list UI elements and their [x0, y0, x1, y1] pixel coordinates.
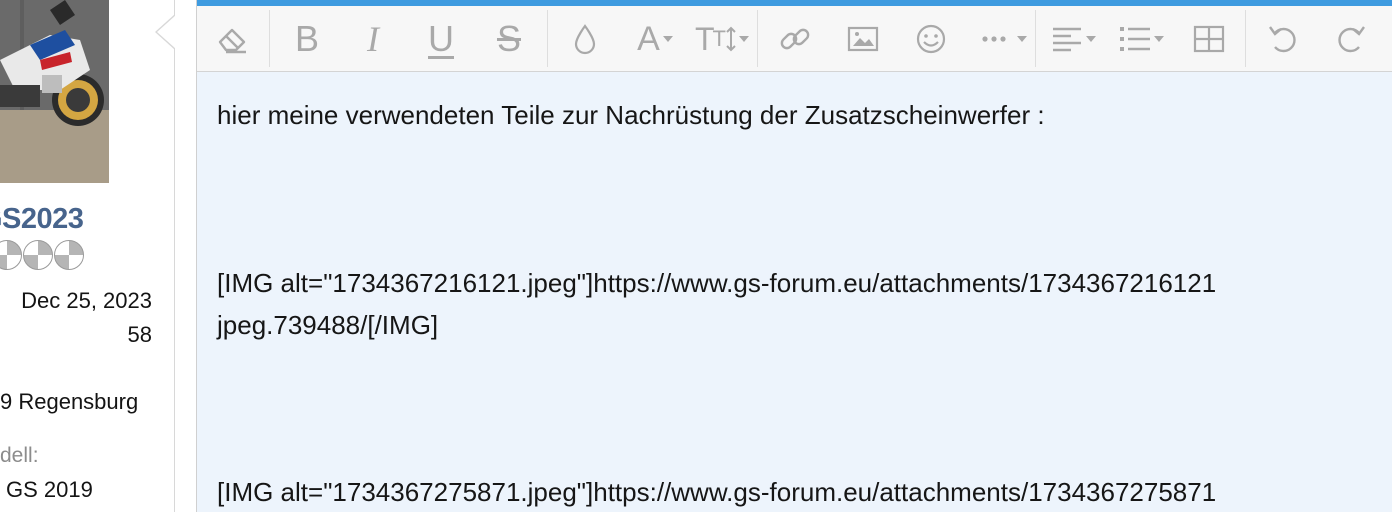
content-line: hier meine verwendeten Teile zur Nachrüs… [217, 100, 1045, 130]
undo-button[interactable] [1261, 6, 1305, 71]
user-info-panel: GS2023 Dec 25, 2023 58 9 Regensburg dell… [0, 0, 176, 512]
list-button[interactable] [1113, 6, 1169, 71]
redo-icon [1338, 25, 1365, 52]
bold-icon: B [294, 17, 319, 59]
username-link[interactable]: GS2023 [0, 203, 84, 236]
underline-button[interactable]: U [421, 6, 461, 71]
content-line: jpeg.739488/[/IMG] [217, 310, 439, 340]
font-icon: A [637, 19, 660, 58]
italic-icon: I [367, 18, 379, 59]
joined-date: Dec 25, 2023 [21, 288, 152, 313]
link-button[interactable] [773, 6, 817, 71]
align-button[interactable] [1045, 6, 1101, 71]
text-color-button[interactable] [565, 6, 605, 71]
image-icon [847, 26, 879, 51]
rich-text-editor: B I U S A T T hier meine verwendeten Tei… [196, 0, 1392, 512]
eraser-icon [218, 28, 246, 53]
list-icon [1119, 26, 1150, 51]
insert-image-button[interactable] [841, 6, 885, 71]
remove-format-button[interactable] [211, 6, 255, 71]
size-arrows-icon [726, 26, 736, 51]
smilie-button[interactable] [909, 6, 953, 71]
content-line: [IMG alt="1734367216121.jpeg"]https://ww… [217, 268, 1217, 298]
insert-table-button[interactable] [1187, 6, 1231, 71]
link-icon [780, 28, 810, 49]
smiley-icon [916, 24, 946, 53]
strike-icon: S [496, 17, 521, 59]
strikethrough-button[interactable]: S [489, 6, 529, 71]
editor-toolbar: B I U S A T T [197, 6, 1392, 72]
user-avatar[interactable] [0, 0, 109, 183]
font-size-button[interactable]: T T [693, 6, 751, 71]
table-icon [1193, 25, 1225, 52]
more-options-button[interactable] [973, 6, 1033, 71]
editor-content-area[interactable]: hier meine verwendeten Teile zur Nachrüs… [197, 72, 1392, 512]
rank-icon [0, 240, 85, 270]
chevron-down-icon [662, 35, 673, 42]
droplet-icon [574, 23, 596, 54]
bold-button[interactable]: B [287, 6, 327, 71]
model-value: GS 2019 [6, 477, 93, 502]
more-dots-icon [981, 35, 1006, 42]
align-left-icon [1052, 27, 1081, 51]
undo-icon [1269, 25, 1296, 52]
motorcycle-picture [0, 0, 109, 183]
content-line: [IMG alt="1734367275871.jpeg"]https://ww… [217, 477, 1217, 507]
message-count: 58 [127, 322, 152, 347]
italic-button[interactable]: I [353, 6, 393, 71]
font-family-button[interactable]: A [627, 6, 683, 71]
underline-icon: U [428, 17, 454, 59]
redo-button[interactable] [1329, 6, 1373, 71]
model-label: dell: [0, 444, 39, 467]
user-location: 9 Regensburg [0, 389, 139, 414]
